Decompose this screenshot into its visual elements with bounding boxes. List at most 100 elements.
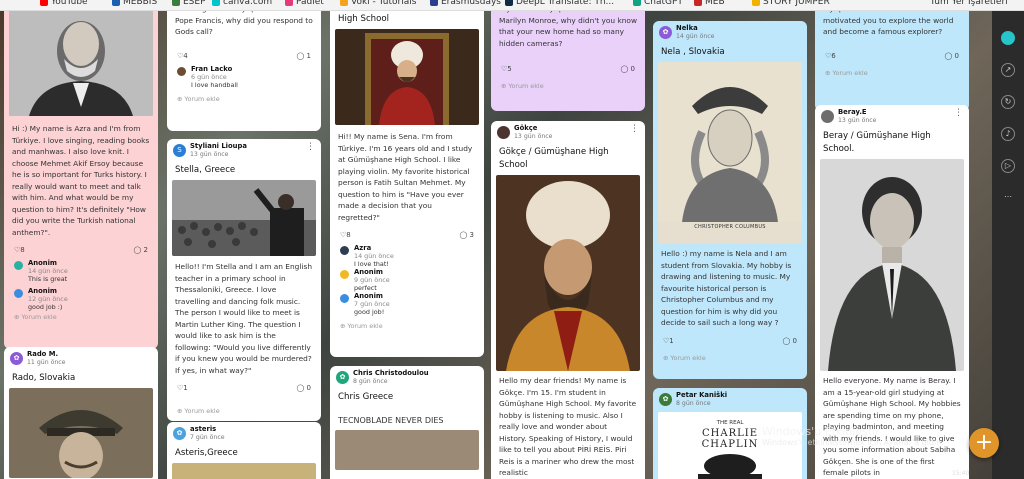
bookmark-label: canva.com: [223, 0, 273, 7]
all-bookmarks[interactable]: Tüm Yer İşaretleri: [930, 0, 1008, 8]
remix-icon[interactable]: ↻: [1001, 95, 1015, 109]
bookmark-0[interactable]: YouTube: [40, 0, 88, 8]
image-caption: CHRISTOPHER COLUMBUS: [694, 224, 766, 230]
profile-avatar[interactable]: [1001, 31, 1015, 45]
reactions: ♡5 ◯ 0: [491, 60, 645, 78]
share-icon[interactable]: ↗: [1001, 63, 1015, 77]
reactions: ♡4 ◯ 1: [167, 47, 321, 65]
bookmark-label: ChatGPT: [644, 0, 683, 7]
bookmark-1[interactable]: MEBBİS: [112, 0, 157, 8]
comment-date: 9 gün önce: [354, 276, 390, 284]
post-card-azra[interactable]: Hi :) My name is Azra and I'm from Türki…: [4, 11, 158, 349]
post-title: Chris Greece: [338, 392, 394, 402]
add-comment-button[interactable]: ⊕ Yorum ekle: [330, 318, 484, 336]
like-button[interactable]: ♡8: [14, 245, 25, 257]
add-comment-button[interactable]: ⊕ Yorum ekle: [4, 309, 158, 327]
bookmark-2[interactable]: ESEP: [172, 0, 206, 8]
comment: Anonim 7 gün önce good job!: [330, 292, 484, 316]
bookmark-favicon-icon: [172, 0, 180, 6]
bookmark-7[interactable]: DeepL Translate: Th...: [505, 0, 614, 8]
more-icon[interactable]: ⋯: [1001, 191, 1015, 205]
avatar: [14, 261, 23, 270]
bell-icon[interactable]: ♪: [1001, 127, 1015, 141]
bookmark-8[interactable]: ChatGPT: [633, 0, 683, 8]
post-date: 11 gün önce: [27, 359, 66, 366]
like-button[interactable]: ♡8: [340, 230, 351, 242]
post-card-fran[interactable]: listening music. My question is for Pope…: [167, 11, 321, 131]
post-body: My question for Marco Polo is: What moti…: [823, 11, 955, 36]
bookmark-favicon-icon: [430, 0, 438, 6]
comment-count[interactable]: ◯ 0: [944, 51, 959, 63]
comment: Anonim 12 gün önce good job :): [4, 287, 158, 311]
add-post-button[interactable]: +: [969, 428, 999, 458]
add-comment-button[interactable]: ⊕ Yorum ekle: [491, 78, 645, 96]
post-card-gokce[interactable]: Gökçe 13 gün önce ⋮ Gökçe / Gümüşhane Hi…: [491, 121, 645, 479]
avatar: [497, 126, 510, 139]
comment-author: Anonim: [28, 259, 58, 267]
post-date: 13 gün önce: [514, 133, 553, 140]
comment-text: perfect: [354, 284, 377, 292]
windows-activation-hint: Windows'u etkinleştirmek için Ayarlar'a …: [762, 438, 944, 447]
like-button[interactable]: ♡6: [825, 51, 836, 63]
bookmark-label: MEB: [705, 0, 725, 7]
like-button[interactable]: ♡5: [501, 64, 512, 76]
avatar: [340, 270, 349, 279]
post-menu-icon[interactable]: ⋮: [954, 109, 963, 118]
bookmark-4[interactable]: Padlet: [285, 0, 324, 8]
post-card-marco[interactable]: My question for Marco Polo is: What moti…: [815, 11, 969, 111]
bookmark-5[interactable]: Voki - Tutorials: [340, 0, 416, 8]
comment-count[interactable]: ◯ 0: [620, 64, 635, 76]
post-header: ✿ Nelka 14 gün önce: [653, 21, 807, 45]
bookmark-9[interactable]: MEB: [694, 0, 725, 8]
post-card-sena[interactable]: High School Hi!! My name is Sena. I'm fr…: [330, 11, 484, 357]
post-date: 8 gün önce: [353, 378, 388, 385]
add-comment-button[interactable]: ⊕ Yorum ekle: [653, 350, 807, 368]
post-image-fatih: [335, 29, 479, 125]
add-comment-button[interactable]: ⊕ Yorum ekle: [815, 65, 969, 83]
like-button[interactable]: ♡1: [663, 336, 674, 348]
comment-date: 14 gün önce: [28, 267, 68, 275]
post-menu-icon[interactable]: ⋮: [306, 143, 315, 152]
comment-count[interactable]: ◯ 2: [133, 245, 148, 257]
post-menu-icon[interactable]: ⋮: [630, 125, 639, 134]
post-card-chris[interactable]: ✿ Chris Christodoulou 8 gün önce Chris G…: [330, 366, 484, 479]
slideshow-icon[interactable]: ▷: [1001, 159, 1015, 173]
post-header: Beray.E 13 gün önce ⋮: [815, 105, 969, 129]
post-card-beray[interactable]: Beray.E 13 gün önce ⋮ Beray / Gümüşhane …: [815, 105, 969, 479]
bookmark-label: MEBBİS: [123, 0, 158, 7]
post-card-stella[interactable]: S Styliani Lioupa 13 gün önce ⋮ Stella, …: [167, 139, 321, 421]
avatar: S: [173, 144, 186, 157]
like-button[interactable]: ♡4: [177, 51, 188, 63]
bookmark-10[interactable]: STORY JUMPER: [752, 0, 830, 8]
bookmark-label: Padlet: [296, 0, 324, 7]
bookmark-favicon-icon: [40, 0, 48, 6]
post-card-rado[interactable]: ✿ Rado M. 11 gün önce Rado, Slovakia: [4, 347, 158, 479]
post-header: Gökçe 13 gün önce ⋮: [491, 121, 645, 145]
comment-text: I love that!: [354, 260, 389, 268]
comment-count[interactable]: ◯ 0: [782, 336, 797, 348]
post-title: Asteris,Greece: [175, 448, 238, 458]
add-comment-button[interactable]: ⊕ Yorum ekle: [167, 91, 321, 109]
comment-count[interactable]: ◯ 3: [459, 230, 474, 242]
like-button[interactable]: ♡1: [177, 383, 188, 395]
bookmark-favicon-icon: [694, 0, 702, 6]
post-card-asteris[interactable]: ✿ asteris 7 gün önce Asteris,Greece: [167, 422, 321, 479]
comment-count[interactable]: ◯ 0: [296, 383, 311, 395]
bookmark-6[interactable]: Erasmusdays: [430, 0, 501, 8]
post-date: 14 gün önce: [676, 33, 715, 40]
comment-count[interactable]: ◯ 1: [296, 51, 311, 63]
reactions: ♡8 ◯ 3: [330, 226, 484, 244]
comment-text: I love handball: [191, 80, 238, 89]
post-card-nela[interactable]: ✿ Nelka 14 gün önce Nela , Slovakia CHRI…: [653, 21, 807, 379]
post-title: Beray / Gümüşhane High School.: [823, 131, 931, 154]
bookmark-3[interactable]: canva.com: [212, 0, 272, 8]
add-comment-button[interactable]: ⊕ Yorum ekle: [167, 403, 321, 421]
post-card-marilyn[interactable]: my friends. My question is for Marilyn M…: [491, 11, 645, 111]
post-header: ✿ Chris Christodoulou 8 gün önce: [330, 366, 484, 390]
avatar: ✿: [10, 352, 23, 365]
post-date: 13 gün önce: [838, 117, 877, 124]
bookmark-favicon-icon: [212, 0, 220, 6]
padlet-board[interactable]: Hi :) My name is Azra and I'm from Türki…: [0, 11, 992, 479]
post-image-sabiha: [820, 159, 964, 371]
comment-text: This is great: [28, 275, 68, 283]
